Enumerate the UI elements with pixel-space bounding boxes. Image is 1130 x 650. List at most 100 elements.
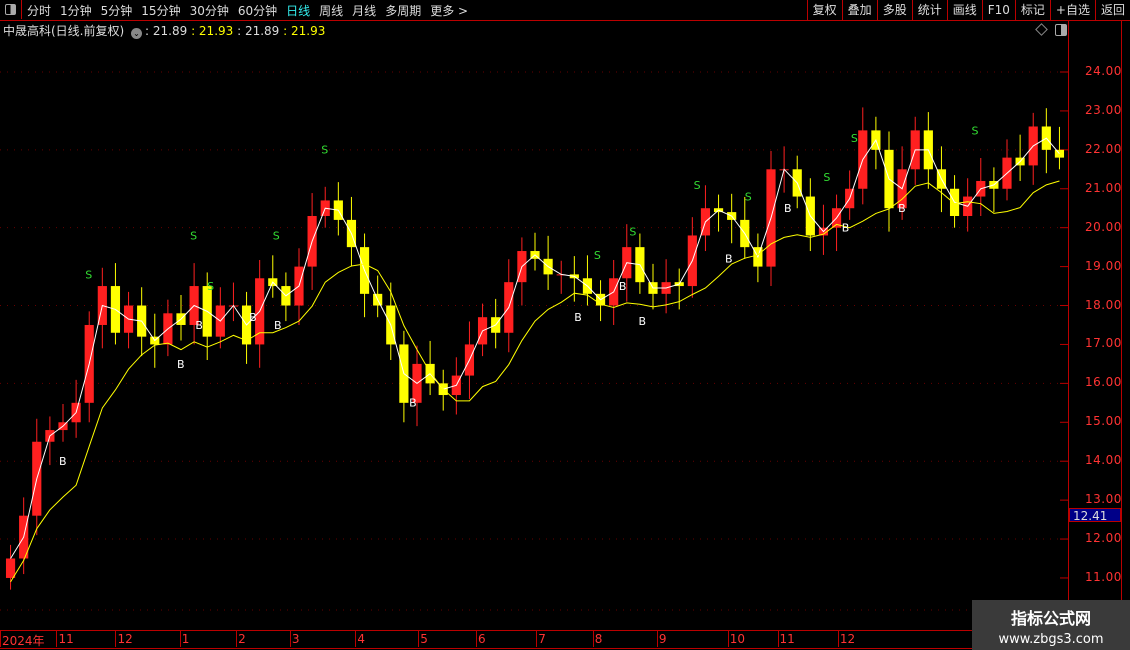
period-tab[interactable]: 月线 — [352, 2, 376, 19]
candlestick-chart[interactable]: B S B S B S B S B S B B S B S B S B S B S B S B S — [0, 20, 1068, 630]
tool-button[interactable]: +自选 — [1049, 0, 1095, 20]
x-tick — [656, 631, 658, 647]
x-tick — [476, 631, 477, 647]
sell-signal: S — [823, 171, 830, 184]
sell-signal: S — [694, 179, 701, 192]
x-tick — [536, 631, 538, 647]
buy-signal: B — [842, 222, 850, 235]
x-tick-label: 12 — [839, 632, 856, 646]
buy-signal: B — [249, 311, 257, 324]
watermark-logo: 指标公式网 www.zbgs3.com — [972, 600, 1130, 650]
tool-button[interactable]: 返回 — [1094, 0, 1130, 20]
y-tick-label: 14.00 — [1085, 453, 1122, 468]
panel-toggle-button[interactable] — [0, 0, 22, 19]
y-tick-label: 12.00 — [1085, 531, 1122, 546]
y-tick-label: 19.00 — [1085, 258, 1122, 273]
tool-button[interactable]: F10 — [981, 0, 1015, 20]
buy-signal: B — [619, 280, 627, 293]
x-tick-label: 1 — [181, 632, 190, 646]
sell-signal: S — [972, 124, 979, 137]
buy-signal: B — [409, 397, 417, 410]
tool-button[interactable]: 复权 — [806, 0, 842, 20]
x-tick — [115, 631, 117, 647]
x-tick — [418, 631, 420, 647]
x-tick — [236, 631, 238, 647]
sell-signal: S — [851, 132, 858, 145]
x-tick — [289, 631, 291, 647]
buy-signal: B — [784, 202, 792, 215]
tool-button[interactable]: 画线 — [946, 0, 982, 20]
tool-buttons: 复权 叠加 多股 统计 画线 F10 标记 +自选 返回 — [806, 0, 1130, 20]
x-tick-label: 2 — [238, 632, 246, 646]
panel-icon — [5, 4, 16, 15]
x-tick-label: 11 — [779, 632, 795, 646]
period-tab[interactable]: 60分钟 — [238, 2, 277, 19]
buy-signal: B — [59, 455, 67, 468]
period-tabs: 分时 1分钟 5分钟 15分钟 30分钟 60分钟 日线 周线 月线 多周期 更多 > — [27, 2, 468, 19]
y-tick-label: 24.00 — [1085, 64, 1122, 78]
x-tick-label: 2024年 — [2, 634, 45, 648]
current-price-tag: 12.41 — [1069, 508, 1121, 523]
y-tick-label: 20.00 — [1085, 219, 1122, 234]
y-tick-label: 16.00 — [1085, 375, 1122, 390]
y-tick-label: 13.00 — [1085, 492, 1122, 507]
x-tick — [727, 631, 729, 647]
x-tick — [777, 631, 779, 647]
period-tab[interactable]: 5分钟 — [101, 2, 133, 19]
x-tick — [179, 631, 181, 647]
sell-signal: S — [190, 229, 197, 242]
x-tick — [56, 631, 58, 647]
period-tab[interactable]: 15分钟 — [141, 2, 180, 19]
sell-signal: S — [594, 249, 601, 262]
x-axis: 2024年 11 12 1 2 3 4 5 6 7 8 9 10 11 12 — [0, 630, 1121, 649]
x-tick-label: 4 — [357, 632, 366, 646]
y-axis-line — [1068, 20, 1069, 630]
top-toolbar: 分时 1分钟 5分钟 15分钟 30分钟 60分钟 日线 周线 月线 多周期 更多 > 复权 叠加 多股… — [0, 0, 1130, 21]
y-tick-label: 17.00 — [1085, 336, 1122, 351]
period-tab[interactable]: 分时 — [27, 2, 51, 19]
buy-signal: B — [274, 319, 282, 332]
x-tick-label: 9 — [658, 632, 667, 646]
sell-signal: S — [321, 144, 328, 157]
buy-signal: B — [177, 358, 185, 371]
sell-signal: S — [273, 229, 280, 242]
period-tab[interactable]: 1分钟 — [60, 2, 92, 19]
tool-button[interactable]: 叠加 — [841, 0, 877, 20]
period-tab[interactable]: 日线 — [286, 2, 310, 19]
tool-button[interactable]: 多股 — [876, 0, 912, 20]
x-tick-label: 12 — [117, 632, 133, 646]
sell-signal: S — [207, 280, 214, 293]
sell-signal: S — [745, 190, 752, 203]
buy-signal: B — [725, 253, 733, 266]
y-tick-label: 18.00 — [1085, 297, 1122, 312]
tool-button[interactable]: 标记 — [1014, 0, 1050, 20]
x-tick-label: 8 — [594, 632, 603, 646]
x-tick-label: 3 — [291, 632, 300, 646]
y-tick-label: 23.00 — [1085, 102, 1122, 117]
period-tab[interactable]: 周线 — [319, 2, 343, 19]
sell-signal: S — [629, 225, 636, 238]
buy-signal: B — [639, 315, 647, 328]
y-tick-label: 11.00 — [1085, 569, 1122, 584]
tool-button[interactable]: 统计 — [911, 0, 947, 20]
sell-signal: S — [85, 268, 92, 281]
y-tick-label: 21.00 — [1085, 180, 1122, 195]
y-tick-label: 22.00 — [1085, 141, 1122, 156]
period-tab[interactable]: 更多 > — [430, 2, 468, 19]
x-tick-label: 5 — [420, 632, 428, 646]
x-tick — [0, 631, 1, 647]
x-tick — [355, 631, 357, 647]
buy-signal: B — [195, 319, 203, 332]
x-tick — [837, 631, 839, 647]
x-tick-label: 6 — [478, 632, 486, 646]
x-tick-label: 7 — [538, 632, 546, 646]
x-tick-label: 10 — [729, 632, 745, 646]
buy-signal: B — [898, 202, 906, 215]
buy-signal: B — [574, 311, 582, 324]
candle-body — [5, 558, 16, 578]
x-tick — [592, 631, 594, 647]
y-tick-label: 15.00 — [1085, 414, 1122, 429]
period-tab[interactable]: 30分钟 — [190, 2, 229, 19]
x-tick-label: 11 — [58, 632, 74, 646]
period-tab[interactable]: 多周期 — [385, 2, 421, 19]
